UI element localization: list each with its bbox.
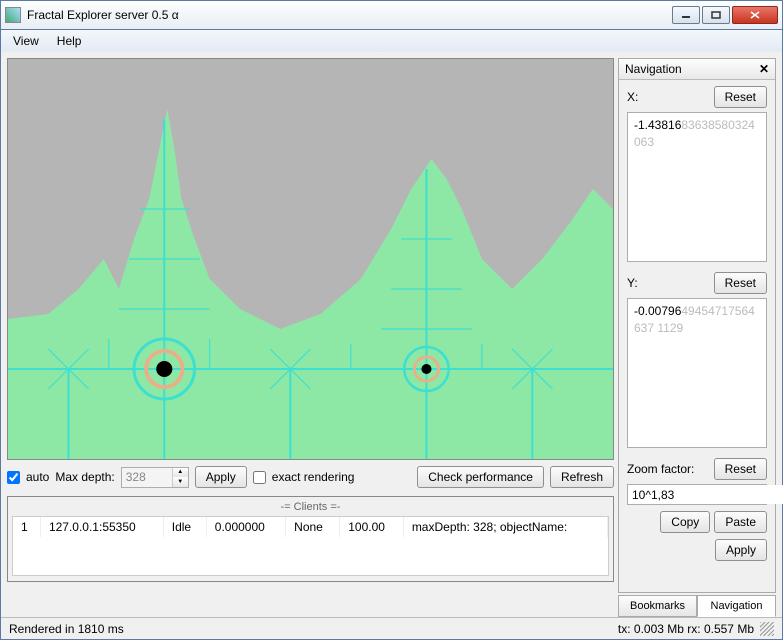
render-controls: auto Max depth: ▲▼ Apply exact rendering… xyxy=(7,460,614,494)
maximize-button[interactable] xyxy=(702,6,730,24)
window-buttons xyxy=(672,6,778,24)
window-title: Fractal Explorer server 0.5 α xyxy=(27,8,672,22)
client-area: auto Max depth: ▲▼ Apply exact rendering… xyxy=(0,52,783,640)
zoom-spinner[interactable]: ▲▼ xyxy=(627,484,767,505)
left-column: auto Max depth: ▲▼ Apply exact rendering… xyxy=(7,58,614,617)
y-label: Y: xyxy=(627,276,714,290)
tab-navigation[interactable]: Navigation xyxy=(697,595,776,617)
titlebar: Fractal Explorer server 0.5 α xyxy=(0,0,783,30)
reset-x-button[interactable]: Reset xyxy=(714,86,767,108)
menu-view[interactable]: View xyxy=(5,32,47,50)
check-performance-button[interactable]: Check performance xyxy=(417,466,544,488)
x-input[interactable]: -1.4381683638580324063 xyxy=(627,112,767,262)
maxdepth-label: Max depth: xyxy=(55,470,114,484)
copy-button[interactable]: Copy xyxy=(660,511,710,533)
zoom-label: Zoom factor: xyxy=(627,462,714,476)
close-button[interactable] xyxy=(732,6,778,24)
client-val2: None xyxy=(286,517,340,537)
maxdepth-input[interactable] xyxy=(122,468,172,487)
nav-title: Navigation xyxy=(625,62,759,76)
client-info: maxDepth: 328; objectName: xyxy=(403,517,607,537)
nav-header: Navigation ✕ xyxy=(619,59,775,80)
nav-apply-button[interactable]: Apply xyxy=(715,539,767,561)
table-row[interactable]: 1 127.0.0.1:55350 Idle 0.000000 None 100… xyxy=(13,517,608,537)
apply-button[interactable]: Apply xyxy=(195,466,247,488)
auto-checkbox[interactable] xyxy=(7,471,20,484)
status-left: Rendered in 1810 ms xyxy=(9,622,618,636)
menubar: View Help xyxy=(0,30,783,52)
navigation-panel: Navigation ✕ X: Reset -1.438168363858032… xyxy=(618,58,776,593)
app-icon xyxy=(5,7,21,23)
clients-panel: -= Clients =- 1 127.0.0.1:55350 Idle 0.0… xyxy=(7,496,614,582)
clients-table[interactable]: 1 127.0.0.1:55350 Idle 0.000000 None 100… xyxy=(12,516,609,576)
maxdepth-spinner[interactable]: ▲▼ xyxy=(121,467,189,488)
menu-help[interactable]: Help xyxy=(49,32,90,50)
side-tabs: Bookmarks Navigation xyxy=(618,595,776,617)
resize-grip-icon[interactable] xyxy=(760,622,774,636)
client-addr: 127.0.0.1:55350 xyxy=(40,517,163,537)
close-panel-icon[interactable]: ✕ xyxy=(759,62,769,76)
statusbar: Rendered in 1810 ms tx: 0.003 Mb rx: 0.5… xyxy=(1,617,782,639)
client-state: Idle xyxy=(163,517,206,537)
x-label: X: xyxy=(627,90,714,104)
client-idx: 1 xyxy=(13,517,40,537)
zoom-input[interactable] xyxy=(628,485,783,504)
status-right: tx: 0.003 Mb rx: 0.557 Mb xyxy=(618,622,754,636)
minimize-button[interactable] xyxy=(672,6,700,24)
clients-title: -= Clients =- xyxy=(12,501,609,516)
paste-button[interactable]: Paste xyxy=(714,511,767,533)
y-input[interactable]: -0.0079649454717564637 1129 xyxy=(627,298,767,448)
exact-label: exact rendering xyxy=(272,470,355,484)
reset-zoom-button[interactable]: Reset xyxy=(714,458,767,480)
reset-y-button[interactable]: Reset xyxy=(714,272,767,294)
right-column: Navigation ✕ X: Reset -1.438168363858032… xyxy=(618,58,776,617)
chevron-down-icon[interactable]: ▼ xyxy=(173,477,188,487)
tab-bookmarks[interactable]: Bookmarks xyxy=(618,595,697,617)
chevron-up-icon[interactable]: ▲ xyxy=(173,468,188,478)
client-val1: 0.000000 xyxy=(206,517,285,537)
fractal-canvas[interactable] xyxy=(7,58,614,460)
auto-label: auto xyxy=(26,470,49,484)
refresh-button[interactable]: Refresh xyxy=(550,466,614,488)
client-val3: 100.00 xyxy=(340,517,404,537)
exact-checkbox[interactable] xyxy=(253,471,266,484)
